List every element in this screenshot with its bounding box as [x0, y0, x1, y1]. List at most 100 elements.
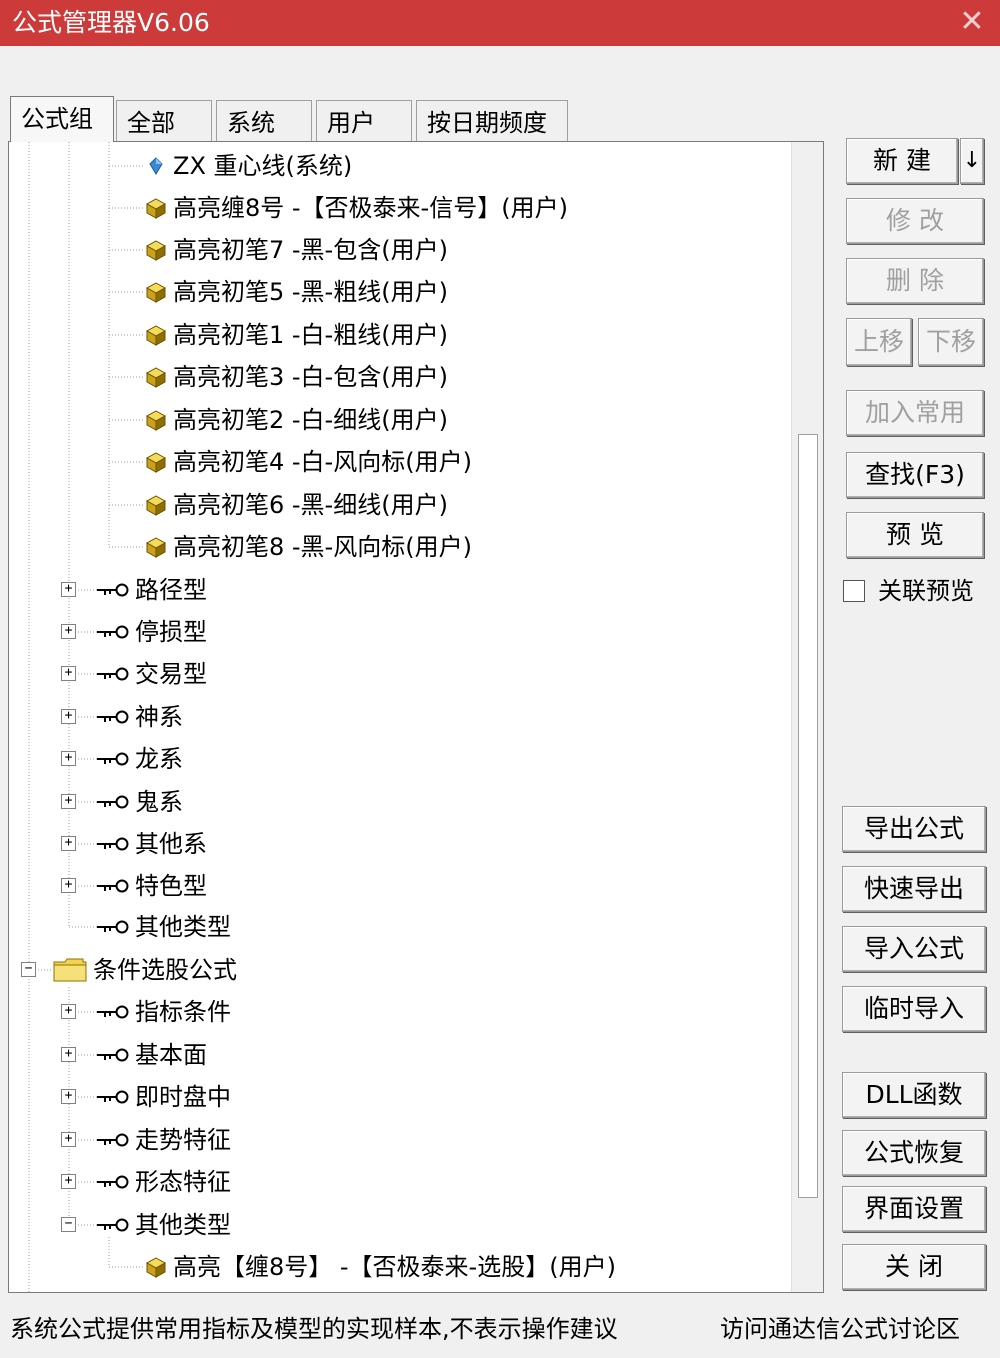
- tab-system[interactable]: 系统: [216, 100, 312, 142]
- blue-diamond-icon: [149, 157, 163, 175]
- yellow-cube-icon: [145, 1257, 167, 1278]
- expand-toggle[interactable]: +: [61, 582, 76, 597]
- key-icon: [97, 837, 129, 851]
- yellow-cube-icon: [145, 282, 167, 303]
- tree-group-path-type[interactable]: 路径型: [97, 570, 207, 610]
- tree-group-trading[interactable]: 交易型: [97, 654, 207, 694]
- formula-item[interactable]: 高亮初笔6 -黑-细线(用户): [145, 485, 448, 525]
- key-icon: [97, 795, 129, 809]
- status-disclaimer: 系统公式提供常用指标及模型的实现样本,不表示操作建议: [10, 1315, 618, 1343]
- add-to-common-button[interactable]: 加入常用: [846, 390, 984, 436]
- tree-group-stop-loss[interactable]: 停损型: [97, 612, 207, 652]
- expand-toggle[interactable]: +: [61, 794, 76, 809]
- forum-link[interactable]: 访问通达信公式讨论区: [720, 1312, 960, 1346]
- key-icon: [97, 1090, 129, 1104]
- preview-button[interactable]: 预 览: [846, 512, 984, 558]
- expand-toggle[interactable]: +: [61, 1047, 76, 1062]
- yellow-cube-icon: [145, 198, 167, 219]
- tree-group-indicator-conditions[interactable]: 指标条件: [97, 992, 231, 1032]
- key-icon: [97, 1048, 129, 1062]
- formula-item[interactable]: 高亮缠8号 -【否极泰来-信号】(用户): [145, 188, 568, 228]
- import-formula-button[interactable]: 导入公式: [842, 926, 986, 972]
- key-icon: [97, 583, 129, 597]
- key-icon: [97, 667, 129, 681]
- restore-formula-button[interactable]: 公式恢复: [842, 1130, 986, 1176]
- tree-group-fundamentals[interactable]: 基本面: [97, 1035, 207, 1075]
- tree-group-gui[interactable]: 鬼系: [97, 782, 183, 822]
- temp-import-button[interactable]: 临时导入: [842, 986, 986, 1032]
- yellow-cube-icon: [145, 325, 167, 346]
- tree-folder-condition-stock-selection[interactable]: 条件选股公式: [53, 950, 237, 990]
- yellow-cube-icon: [145, 410, 167, 431]
- tree-group-featured[interactable]: 特色型: [97, 866, 207, 906]
- scrollbar-thumb[interactable]: [798, 434, 818, 1198]
- tree-group-other-types[interactable]: 其他类型: [97, 907, 231, 947]
- expand-toggle[interactable]: +: [61, 1132, 76, 1147]
- delete-button[interactable]: 删 除: [846, 258, 984, 304]
- expand-toggle[interactable]: +: [61, 709, 76, 724]
- formula-item[interactable]: 高亮初笔1 -白-粗线(用户): [145, 315, 448, 355]
- tree-group-other-series[interactable]: 其他系: [97, 824, 207, 864]
- formula-item-zx[interactable]: ZX 重心线(系统): [145, 146, 352, 186]
- formula-item[interactable]: 高亮初笔2 -白-细线(用户): [145, 400, 448, 440]
- window-title: 公式管理器V6.06: [12, 8, 210, 37]
- close-icon[interactable]: ✕: [952, 2, 992, 42]
- dll-function-button[interactable]: DLL函数: [842, 1072, 986, 1118]
- key-icon: [97, 1218, 129, 1232]
- key-icon: [97, 710, 129, 724]
- expand-toggle[interactable]: +: [61, 624, 76, 639]
- expand-toggle[interactable]: +: [61, 1004, 76, 1019]
- formula-item[interactable]: 高亮初笔5 -黑-粗线(用户): [145, 272, 448, 312]
- folder-icon: [53, 958, 87, 982]
- key-icon: [97, 920, 129, 934]
- move-up-button[interactable]: 上移: [846, 318, 912, 366]
- key-icon: [97, 1133, 129, 1147]
- collapse-toggle[interactable]: −: [61, 1217, 76, 1232]
- tree-group-shen[interactable]: 神系: [97, 697, 183, 737]
- key-icon: [97, 1005, 129, 1019]
- formula-item-selection[interactable]: 高亮【缠8号】 -【否极泰来-选股】(用户): [145, 1247, 616, 1287]
- expand-toggle[interactable]: +: [61, 836, 76, 851]
- formula-item[interactable]: 高亮初笔4 -白-风向标(用户): [145, 442, 472, 482]
- move-down-button[interactable]: 下移: [918, 318, 984, 366]
- title-bar: 公式管理器V6.06 ✕: [0, 0, 1000, 46]
- linked-preview-checkbox[interactable]: [843, 580, 865, 602]
- key-icon: [97, 879, 129, 893]
- expand-toggle[interactable]: +: [61, 751, 76, 766]
- yellow-cube-icon: [145, 367, 167, 388]
- new-button[interactable]: 新 建: [846, 138, 958, 184]
- quick-export-button[interactable]: 快速导出: [842, 866, 986, 912]
- tab-all[interactable]: 全部: [116, 100, 212, 142]
- tab-by-date-frequency[interactable]: 按日期频度: [416, 100, 568, 142]
- tree-group-trend-features[interactable]: 走势特征: [97, 1120, 231, 1160]
- yellow-cube-icon: [145, 537, 167, 558]
- formula-tree[interactable]: ZX 重心线(系统) 高亮缠8号 -【否极泰来-信号】(用户) 高亮初笔7 -黑…: [8, 141, 824, 1293]
- find-button[interactable]: 查找(F3): [846, 452, 984, 498]
- yellow-cube-icon: [145, 452, 167, 473]
- tab-user[interactable]: 用户: [316, 100, 412, 142]
- formula-item[interactable]: 高亮初笔8 -黑-风向标(用户): [145, 527, 472, 567]
- new-dropdown-arrow-button[interactable]: ↓: [960, 138, 984, 184]
- tree-group-other-types-b[interactable]: 其他类型: [97, 1205, 231, 1245]
- linked-preview-label: 关联预览: [878, 577, 974, 605]
- expand-toggle[interactable]: +: [61, 878, 76, 893]
- ui-settings-button[interactable]: 界面设置: [842, 1186, 986, 1232]
- collapse-toggle[interactable]: −: [21, 962, 36, 977]
- expand-toggle[interactable]: +: [61, 1089, 76, 1104]
- formula-item[interactable]: 高亮初笔7 -黑-包含(用户): [145, 230, 448, 270]
- expand-toggle[interactable]: +: [61, 666, 76, 681]
- tab-formula-group[interactable]: 公式组: [10, 96, 114, 142]
- export-formula-button[interactable]: 导出公式: [842, 806, 986, 852]
- tree-group-long[interactable]: 龙系: [97, 739, 183, 779]
- key-icon: [97, 625, 129, 639]
- yellow-cube-icon: [145, 240, 167, 261]
- expand-toggle[interactable]: +: [61, 1174, 76, 1189]
- tree-group-pattern-features[interactable]: 形态特征: [97, 1162, 231, 1202]
- tree-group-intraday[interactable]: 即时盘中: [97, 1077, 231, 1117]
- tree-scrollbar[interactable]: [791, 142, 823, 1292]
- formula-item[interactable]: 高亮初笔3 -白-包含(用户): [145, 357, 448, 397]
- modify-button[interactable]: 修 改: [846, 198, 984, 244]
- key-icon: [97, 1175, 129, 1189]
- key-icon: [97, 752, 129, 766]
- close-button[interactable]: 关 闭: [842, 1244, 986, 1290]
